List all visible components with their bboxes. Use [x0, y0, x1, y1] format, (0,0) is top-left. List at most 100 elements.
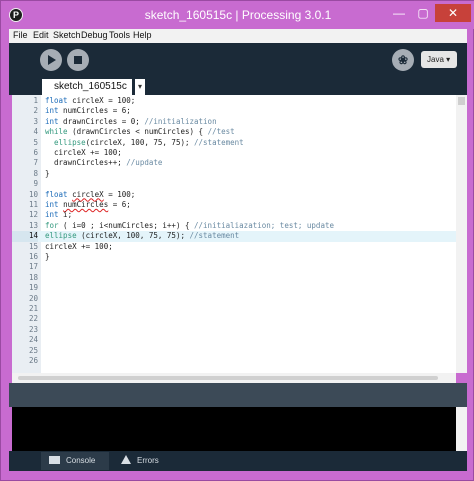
code-line[interactable]: 22: [12, 314, 456, 324]
line-number: 18: [28, 272, 38, 282]
line-number: 14: [12, 231, 38, 242]
code-line[interactable]: 7 drawnCircles++; //update: [12, 158, 456, 168]
code-line[interactable]: 18: [12, 273, 456, 283]
code-text[interactable]: int numCircles = 6;: [45, 106, 131, 116]
menu-help[interactable]: Help: [133, 30, 152, 40]
code-line[interactable]: 19: [12, 283, 456, 293]
processing-window: P sketch_160515c | Processing 3.0.1 — ▢ …: [0, 0, 474, 481]
tab-errors[interactable]: Errors: [113, 452, 171, 470]
code-line[interactable]: 17: [12, 262, 456, 272]
minimize-button[interactable]: —: [388, 4, 410, 22]
code-line[interactable]: 9: [12, 179, 456, 189]
code-text[interactable]: int drawnCircles = 0; //initialization: [45, 117, 217, 127]
code-text[interactable]: circleX += 100;: [45, 148, 122, 158]
code-text[interactable]: for ( i=0 ; i<numCircles; i++) { //initi…: [45, 221, 334, 231]
warning-icon: [121, 455, 131, 464]
code-editor[interactable]: 1 float circleX = 100; 2 int numCircles = 6…: [12, 95, 456, 373]
stop-button[interactable]: [67, 49, 89, 71]
line-number: 1: [33, 96, 38, 105]
code-line[interactable]: 23: [12, 325, 456, 335]
menu-edit[interactable]: Edit: [33, 30, 49, 40]
vertical-scroll-thumb[interactable]: [458, 97, 465, 105]
line-number: 5: [33, 137, 38, 147]
code-line[interactable]: 11 int numCircles = 6;: [12, 200, 456, 210]
code-line[interactable]: 25: [12, 346, 456, 356]
menu-sketch[interactable]: Sketch: [53, 30, 81, 40]
line-number: 20: [28, 293, 38, 303]
title-bar[interactable]: P sketch_160515c | Processing 3.0.1 — ▢ …: [1, 1, 474, 29]
code-line[interactable]: 1 float circleX = 100;: [12, 96, 456, 106]
code-text[interactable]: int numCircles = 6;: [45, 200, 131, 210]
console-output[interactable]: [12, 407, 456, 451]
code-line[interactable]: 10 float circleX = 100;: [12, 190, 456, 200]
console-icon: [49, 456, 60, 464]
code-line[interactable]: 26: [12, 356, 456, 366]
line-number: 10: [28, 189, 38, 199]
code-line[interactable]: 4 while (drawnCircles < numCircles) { //t…: [12, 127, 456, 137]
line-number: 3: [33, 116, 38, 126]
line-number: 21: [28, 304, 38, 313]
line-number: 8: [33, 168, 38, 178]
code-line[interactable]: 13 for ( i=0 ; i<numCircles; i++) { //ini…: [12, 221, 456, 231]
horizontal-scroll-thumb[interactable]: [18, 376, 438, 380]
sketch-tab-bar: sketch_160515c ▾: [9, 79, 467, 95]
line-number: 16: [28, 252, 38, 261]
line-number: 4: [33, 127, 38, 137]
line-number: 13: [28, 220, 38, 230]
editor-vertical-scrollbar[interactable]: [456, 95, 467, 373]
mode-selector[interactable]: Java ▾: [421, 51, 457, 68]
line-number: 7: [33, 158, 38, 168]
code-line[interactable]: 16}: [12, 252, 456, 262]
bottom-tab-bar: Console Errors: [9, 451, 467, 471]
code-text[interactable]: circleX += 100;: [45, 242, 113, 252]
code-line[interactable]: 24: [12, 335, 456, 345]
maximize-button[interactable]: ▢: [412, 4, 434, 22]
code-line[interactable]: 6 circleX += 100;: [12, 148, 456, 158]
code-line[interactable]: 21: [12, 304, 456, 314]
line-number: 9: [33, 179, 38, 189]
line-number: 15: [28, 241, 38, 251]
code-text[interactable]: float circleX = 100;: [45, 190, 135, 200]
line-number: 11: [28, 200, 38, 209]
tab-sketch[interactable]: sketch_160515c: [42, 79, 132, 95]
close-button[interactable]: ✕: [435, 4, 471, 22]
code-text[interactable]: int i;: [45, 210, 72, 220]
debugger-button[interactable]: ❀: [392, 49, 414, 71]
menu-debug[interactable]: Debug: [81, 30, 108, 40]
console-scrollbar[interactable]: [456, 407, 467, 451]
editor-horizontal-scrollbar[interactable]: [12, 373, 456, 383]
line-number: 19: [28, 283, 38, 293]
code-line[interactable]: 12 int i;: [12, 210, 456, 220]
tab-console[interactable]: Console: [41, 452, 109, 470]
code-text[interactable]: drawnCircles++; //update: [45, 158, 162, 168]
butterfly-icon: ❀: [397, 53, 409, 67]
line-number: 22: [28, 314, 38, 324]
code-text[interactable]: while (drawnCircles < numCircles) { //te…: [45, 127, 235, 137]
code-text[interactable]: }: [45, 252, 50, 262]
chevron-down-icon: ▾: [137, 82, 142, 91]
menu-bar: File Edit Sketch Debug Tools Help: [9, 29, 467, 43]
line-number: 23: [28, 324, 38, 334]
code-line[interactable]: 14 ellipse (circleX, 100, 75, 75); //stat…: [12, 231, 456, 242]
code-line[interactable]: 3 int drawnCircles = 0; //initialization: [12, 117, 456, 127]
code-text[interactable]: ellipse(circleX, 100, 75, 75); //stateme…: [45, 138, 244, 148]
tab-menu-button[interactable]: ▾: [135, 79, 145, 95]
errors-tab-label: Errors: [137, 456, 159, 465]
code-text[interactable]: }: [45, 169, 50, 179]
line-number: 24: [28, 335, 38, 345]
menu-file[interactable]: File: [13, 30, 28, 40]
line-number: 12: [28, 210, 38, 220]
code-line[interactable]: 8}: [12, 169, 456, 179]
run-button[interactable]: [40, 49, 62, 71]
line-number: 2: [33, 106, 38, 116]
code-text[interactable]: float circleX = 100;: [45, 96, 135, 106]
code-line[interactable]: 5 ellipse(circleX, 100, 75, 75); //state…: [12, 138, 456, 148]
code-line[interactable]: 2 int numCircles = 6;: [12, 106, 456, 116]
code-text[interactable]: ellipse (circleX, 100, 75, 75); //statem…: [45, 231, 239, 241]
code-line[interactable]: 15 circleX += 100;: [12, 242, 456, 252]
menu-tools[interactable]: Tools: [109, 30, 130, 40]
line-number: 6: [33, 148, 38, 157]
code-line[interactable]: 20: [12, 294, 456, 304]
line-number: 17: [28, 262, 38, 272]
console-tab-label: Console: [66, 456, 96, 465]
